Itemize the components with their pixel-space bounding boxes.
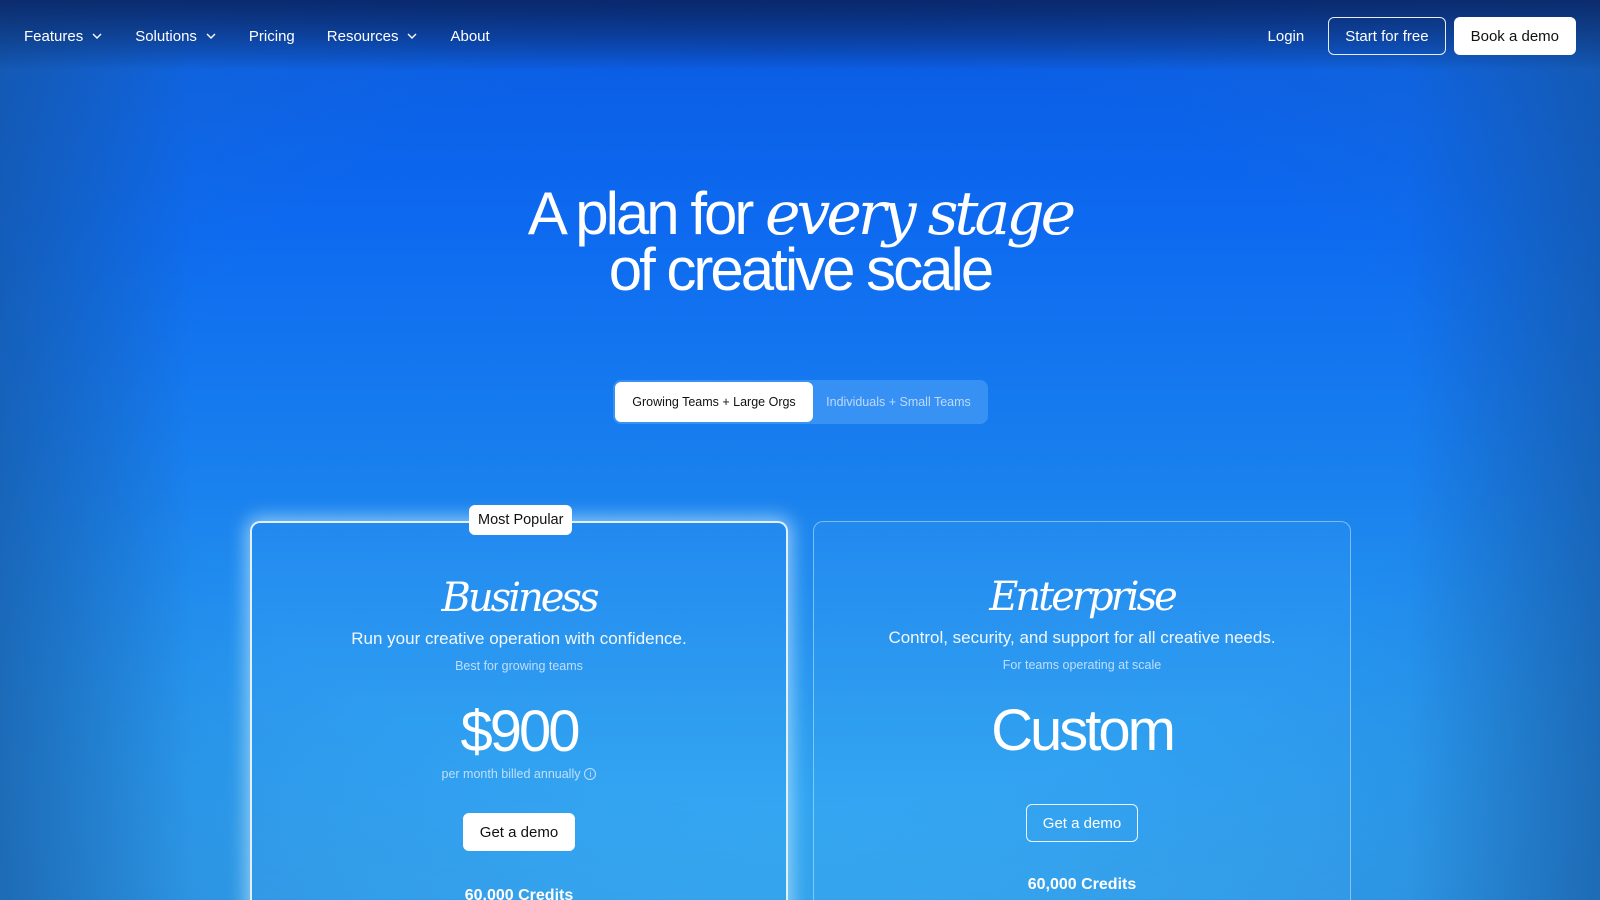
plan-tagline: Control, security, and support for all c… (888, 628, 1276, 647)
nav-links: Features Solutions Pricing Resources Abo… (24, 28, 490, 45)
nav-item-label: Resources (326, 27, 399, 45)
plan-name: Business (441, 575, 600, 621)
background-edge-shade (0, 0, 1600, 900)
plan-tagline: Run your creative operation with confide… (351, 629, 687, 648)
hero-title-line-2: of creative scale (608, 236, 995, 303)
plan-price: Custom (991, 698, 1176, 763)
nav-item-label: Features (24, 27, 84, 45)
book-demo-button[interactable]: Book a demo (1453, 17, 1576, 55)
nav-item-label: About (450, 27, 490, 45)
plan-credits: 60,000 Credits (464, 887, 574, 900)
get-demo-button[interactable]: Get a demo (462, 813, 576, 851)
plan-credits: 60,000 Credits (1027, 876, 1137, 893)
login-link[interactable]: Login (1268, 28, 1305, 45)
nav-item-resources[interactable]: Resources (327, 28, 419, 45)
chevron-down-icon (205, 30, 217, 42)
nav-actions: Login Start for free Book a demo (1268, 17, 1576, 55)
toggle-option-growing-teams[interactable]: Growing Teams + Large Orgs (615, 382, 813, 422)
nav-item-solutions[interactable]: Solutions (135, 28, 217, 45)
nav-item-features[interactable]: Features (24, 28, 103, 45)
most-popular-badge: Most Popular (469, 505, 573, 535)
chevron-down-icon (406, 30, 418, 42)
nav-item-about[interactable]: About (450, 28, 489, 45)
audience-toggle: Growing Teams + Large Orgs Individuals +… (613, 380, 988, 424)
get-demo-button[interactable]: Get a demo (1025, 804, 1139, 842)
plan-card-enterprise: Enterprise Control, security, and suppor… (813, 521, 1351, 900)
nav-item-label: Solutions (135, 27, 197, 45)
hero-title-line-1: A plan for every stage (0, 184, 1600, 245)
top-navigation: Features Solutions Pricing Resources Abo… (0, 0, 1600, 72)
plan-card-business: Most Popular Business Run your creative … (250, 505, 788, 900)
toggle-option-individuals[interactable]: Individuals + Small Teams (813, 382, 984, 422)
nav-item-label: Pricing (248, 27, 295, 45)
plan-subtitle: Best for growing teams (455, 659, 583, 673)
start-free-button[interactable]: Start for free (1328, 17, 1446, 55)
price-note: per month billed annually i (252, 767, 786, 781)
plan-subtitle: For teams operating at scale (1002, 658, 1162, 672)
plan-name: Enterprise (989, 574, 1178, 620)
info-icon[interactable]: i (584, 768, 597, 780)
plan-price: $900 (460, 699, 580, 764)
price-note-text: per month billed annually (441, 767, 581, 781)
nav-item-pricing[interactable]: Pricing (249, 28, 295, 45)
hero-heading: A plan for every stage of creative scale (0, 184, 1600, 303)
chevron-down-icon (91, 30, 103, 42)
